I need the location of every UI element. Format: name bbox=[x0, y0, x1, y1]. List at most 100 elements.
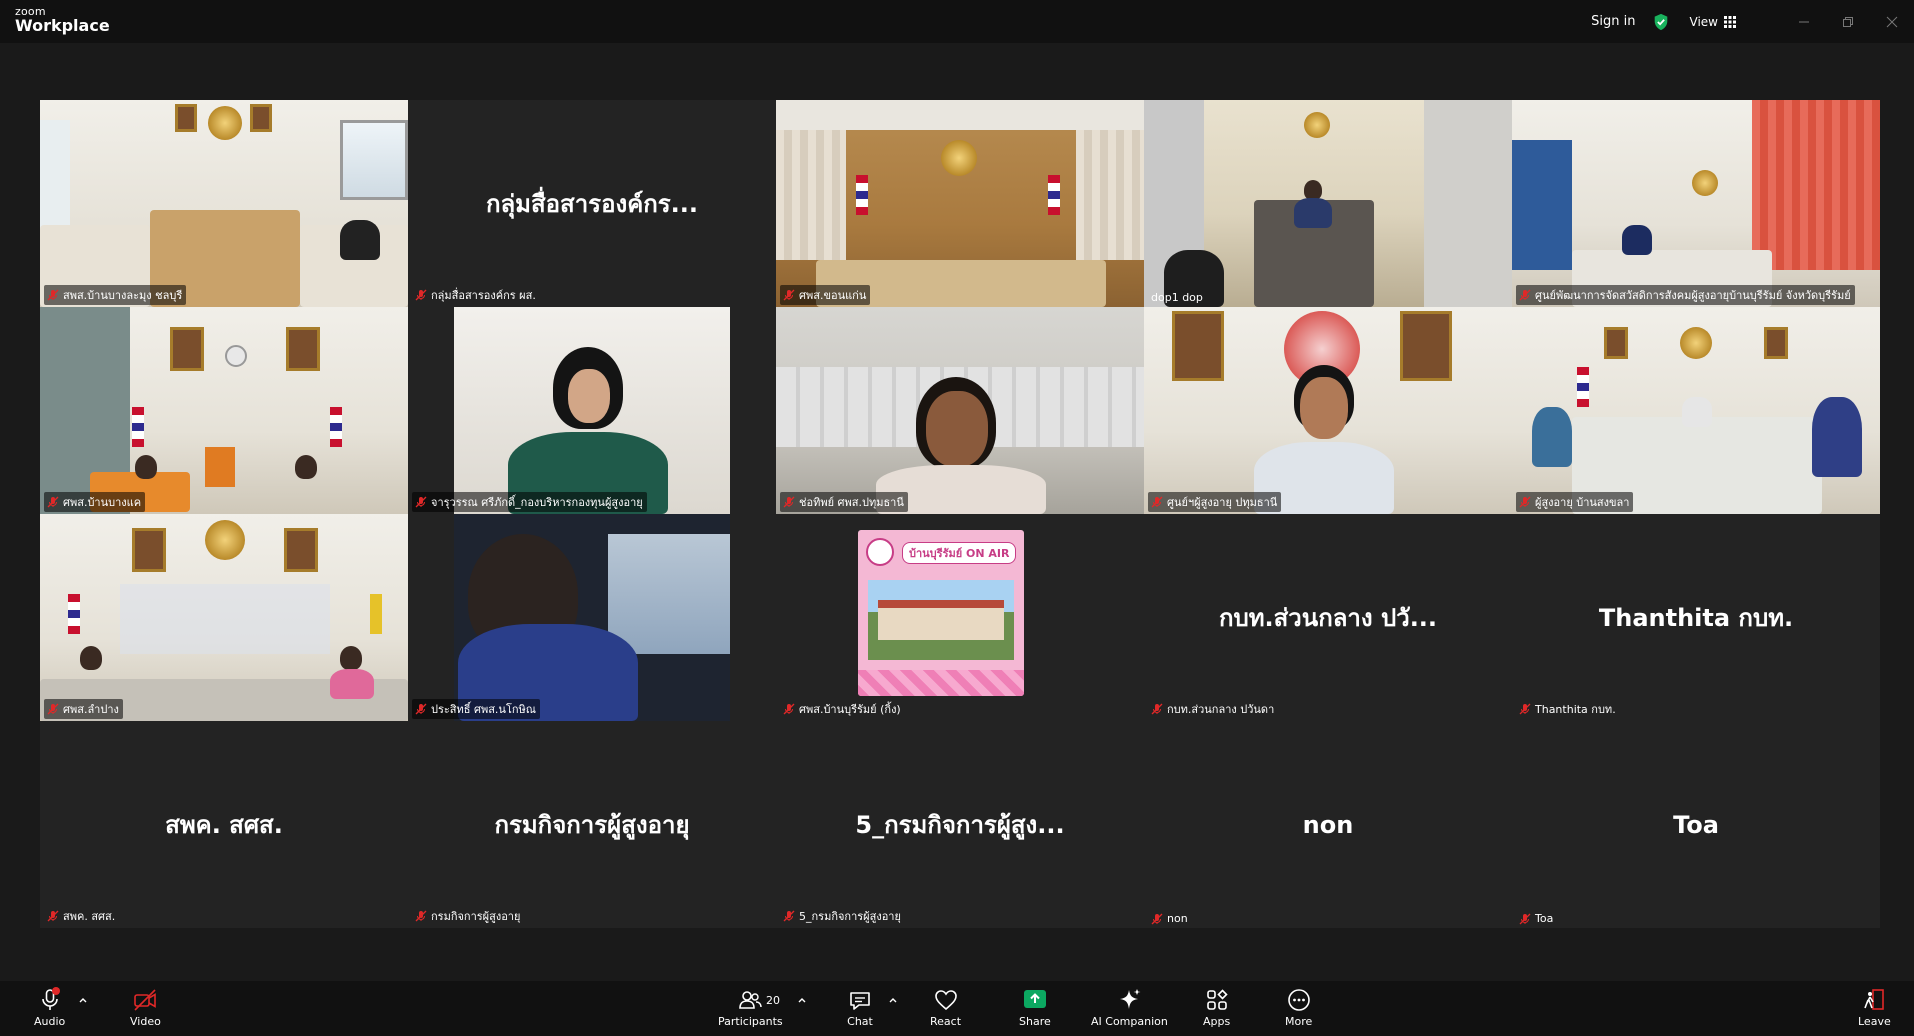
participant-name: ช่อทิพย์ ศพส.ปทุมธานี bbox=[799, 496, 904, 509]
participant-tile[interactable]: Toa Toa bbox=[1512, 721, 1880, 928]
participant-name-label: dop1 dop bbox=[1148, 290, 1207, 305]
more-options-icon bbox=[1287, 989, 1310, 1011]
participant-tile[interactable]: ประสิทธิ์ ศพส.นโกษิณ bbox=[408, 514, 776, 721]
participant-tile[interactable]: ช่อทิพย์ ศพส.ปทุมธานี bbox=[776, 307, 1144, 514]
participant-display-name: กลุ่มสื่อสารองค์กร... bbox=[485, 190, 699, 218]
mic-muted-icon bbox=[47, 496, 59, 508]
chat-label: Chat bbox=[847, 1015, 873, 1028]
participant-tile[interactable]: ศพส.ขอนแก่น bbox=[776, 100, 1144, 307]
chat-button[interactable]: Chat bbox=[847, 987, 873, 1028]
restore-button[interactable] bbox=[1826, 0, 1870, 43]
mic-muted-icon bbox=[783, 289, 795, 301]
participant-tile[interactable]: Thanthita กบท. Thanthita กบท. bbox=[1512, 514, 1880, 721]
participant-tile[interactable]: กรมกิจการผู้สูงอายุ กรมกิจการผู้สูงอายุ bbox=[408, 721, 776, 928]
participant-name-label: ศพส.ขอนแก่น bbox=[780, 285, 871, 305]
participant-name-label: ประสิทธิ์ ศพส.นโกษิณ bbox=[412, 699, 540, 719]
participant-name-label: ผู้สูงอายุ บ้านสงขลา bbox=[1516, 492, 1634, 512]
participant-name: Toa bbox=[1535, 912, 1554, 925]
zoom-workplace-logo: zoom Workplace bbox=[15, 6, 110, 34]
participant-tile[interactable]: ผู้สูงอายุ บ้านสงขลา bbox=[1512, 307, 1880, 514]
share-button[interactable]: Share bbox=[1019, 987, 1051, 1028]
mic-muted-icon bbox=[1519, 289, 1531, 301]
close-window-button[interactable] bbox=[1870, 0, 1914, 43]
participant-tile[interactable]: ศูนย์พัฒนาการจัดสวัสดิการสังคมผู้สูงอายุ… bbox=[1512, 100, 1880, 307]
participant-tile[interactable]: ศูนย์ฯผู้สูงอายุ ปทุมธานี bbox=[1144, 307, 1512, 514]
participant-video bbox=[40, 514, 408, 721]
view-button[interactable]: View bbox=[1690, 15, 1736, 29]
participants-label: Participants bbox=[718, 1015, 783, 1028]
participant-video bbox=[1144, 307, 1512, 514]
ai-companion-button[interactable]: AI Companion bbox=[1091, 987, 1168, 1028]
audio-button[interactable]: Audio bbox=[34, 987, 65, 1028]
mic-muted-icon bbox=[783, 703, 795, 715]
more-button[interactable]: More bbox=[1285, 987, 1312, 1028]
participant-name-label: ศพส.บ้านบุรีรัมย์ (กิ้ง) bbox=[780, 699, 905, 719]
participant-video bbox=[40, 307, 408, 514]
participant-name-label: สพส.บ้านบางละมุง ชลบุรี bbox=[44, 285, 187, 305]
share-screen-icon bbox=[1023, 990, 1046, 1008]
participant-name-label: Thanthita กบท. bbox=[1516, 699, 1620, 719]
apps-button[interactable]: Apps bbox=[1203, 987, 1230, 1028]
participant-name-label: กรมกิจการผู้สูงอายุ bbox=[412, 906, 524, 926]
mic-muted-icon bbox=[415, 910, 427, 922]
participant-display-name: สพค. สศส. bbox=[165, 811, 283, 839]
participant-name-label: ศูนย์ฯผู้สูงอายุ ปทุมธานี bbox=[1148, 492, 1282, 512]
mic-muted-icon bbox=[47, 289, 59, 301]
participant-video bbox=[1512, 100, 1880, 307]
participant-name-label: non bbox=[1148, 911, 1192, 926]
participant-name: 5_กรมกิจการผู้สูงอายุ bbox=[799, 910, 901, 923]
participant-video bbox=[408, 514, 776, 721]
minimize-button[interactable] bbox=[1782, 0, 1826, 43]
participant-tile[interactable]: 5_กรมกิจการผู้สูง... 5_กรมกิจการผู้สูงอา… bbox=[776, 721, 1144, 928]
participant-name-label: กลุ่มสื่อสารองค์กร ผส. bbox=[412, 285, 540, 305]
participant-tile[interactable]: ศพส.บ้านบางแค bbox=[40, 307, 408, 514]
mic-muted-icon bbox=[415, 289, 427, 301]
participant-tile[interactable]: สพส.บ้านบางละมุง ชลบุรี bbox=[40, 100, 408, 307]
chat-options-chevron-icon[interactable] bbox=[888, 995, 898, 1005]
participant-name: จารุวรรณ ศรีภักดิ์_กองบริหารกองทุนผู้สูง… bbox=[431, 496, 643, 509]
participant-name-label: ศพส.ลำปาง bbox=[44, 699, 123, 719]
participant-display-name: non bbox=[1302, 810, 1354, 839]
video-gallery: สพส.บ้านบางละมุง ชลบุรี กลุ่มสื่อสารองค์… bbox=[0, 43, 1914, 981]
participant-tile[interactable]: สพค. สศส. สพค. สศส. bbox=[40, 721, 408, 928]
participant-display-name: Thanthita กบท. bbox=[1598, 604, 1794, 632]
participant-name: กบท.ส่วนกลาง ปวันดา bbox=[1167, 703, 1275, 716]
restore-icon bbox=[1843, 16, 1853, 27]
leave-door-icon bbox=[1864, 989, 1885, 1010]
participant-tile[interactable]: กลุ่มสื่อสารองค์กร... กลุ่มสื่อสารองค์กร… bbox=[408, 100, 776, 307]
participant-name-label: ศพส.บ้านบางแค bbox=[44, 492, 146, 512]
more-label: More bbox=[1285, 1015, 1313, 1028]
mic-muted-icon bbox=[1151, 496, 1163, 508]
participant-name: สพส.บ้านบางละมุง ชลบุรี bbox=[63, 289, 183, 302]
participant-name: ศพส.ขอนแก่น bbox=[799, 289, 867, 302]
share-label: Share bbox=[1019, 1015, 1051, 1028]
participant-tile[interactable]: บ้านบุรีรัมย์ ON AIR ศพส.บ้านบุรีรัมย์ (… bbox=[776, 514, 1144, 721]
participant-name-label: กบท.ส่วนกลาง ปวันดา bbox=[1148, 699, 1278, 719]
participant-tile[interactable]: กบท.ส่วนกลาง ปวั... กบท.ส่วนกลาง ปวันดา bbox=[1144, 514, 1512, 721]
participant-video bbox=[1144, 100, 1512, 307]
participants-options-chevron-icon[interactable] bbox=[797, 995, 807, 1005]
microphone-icon bbox=[41, 987, 60, 1010]
participant-tile[interactable]: ศพส.ลำปาง bbox=[40, 514, 408, 721]
profile-picture-title: บ้านบุรีรัมย์ ON AIR bbox=[902, 542, 1017, 564]
video-button[interactable]: Video bbox=[130, 987, 161, 1028]
participant-tile[interactable]: จารุวรรณ ศรีภักดิ์_กองบริหารกองทุนผู้สูง… bbox=[408, 307, 776, 514]
audio-label: Audio bbox=[34, 1015, 66, 1028]
participant-display-name: กบท.ส่วนกลาง ปวั... bbox=[1218, 604, 1438, 632]
participant-name-label: ช่อทิพย์ ศพส.ปทุมธานี bbox=[780, 492, 908, 512]
leave-button[interactable]: Leave bbox=[1858, 987, 1891, 1028]
chat-icon bbox=[850, 992, 870, 1010]
participant-name: ศพส.ลำปาง bbox=[63, 703, 119, 716]
grid-icon bbox=[1724, 15, 1736, 28]
leave-label: Leave bbox=[1858, 1015, 1891, 1028]
participant-name-label: Toa bbox=[1516, 911, 1557, 926]
participant-tile[interactable]: non non bbox=[1144, 721, 1512, 928]
participant-tile-active-speaker[interactable]: dop1 dop bbox=[1144, 100, 1512, 307]
encryption-shield-icon[interactable] bbox=[1652, 13, 1670, 31]
react-button[interactable]: React bbox=[930, 987, 961, 1028]
sign-in-link[interactable]: Sign in bbox=[1591, 14, 1635, 29]
ai-companion-label: AI Companion bbox=[1091, 1015, 1168, 1028]
mic-muted-icon bbox=[1151, 703, 1163, 715]
mic-muted-icon bbox=[783, 496, 795, 508]
audio-options-chevron-icon[interactable] bbox=[78, 995, 88, 1005]
